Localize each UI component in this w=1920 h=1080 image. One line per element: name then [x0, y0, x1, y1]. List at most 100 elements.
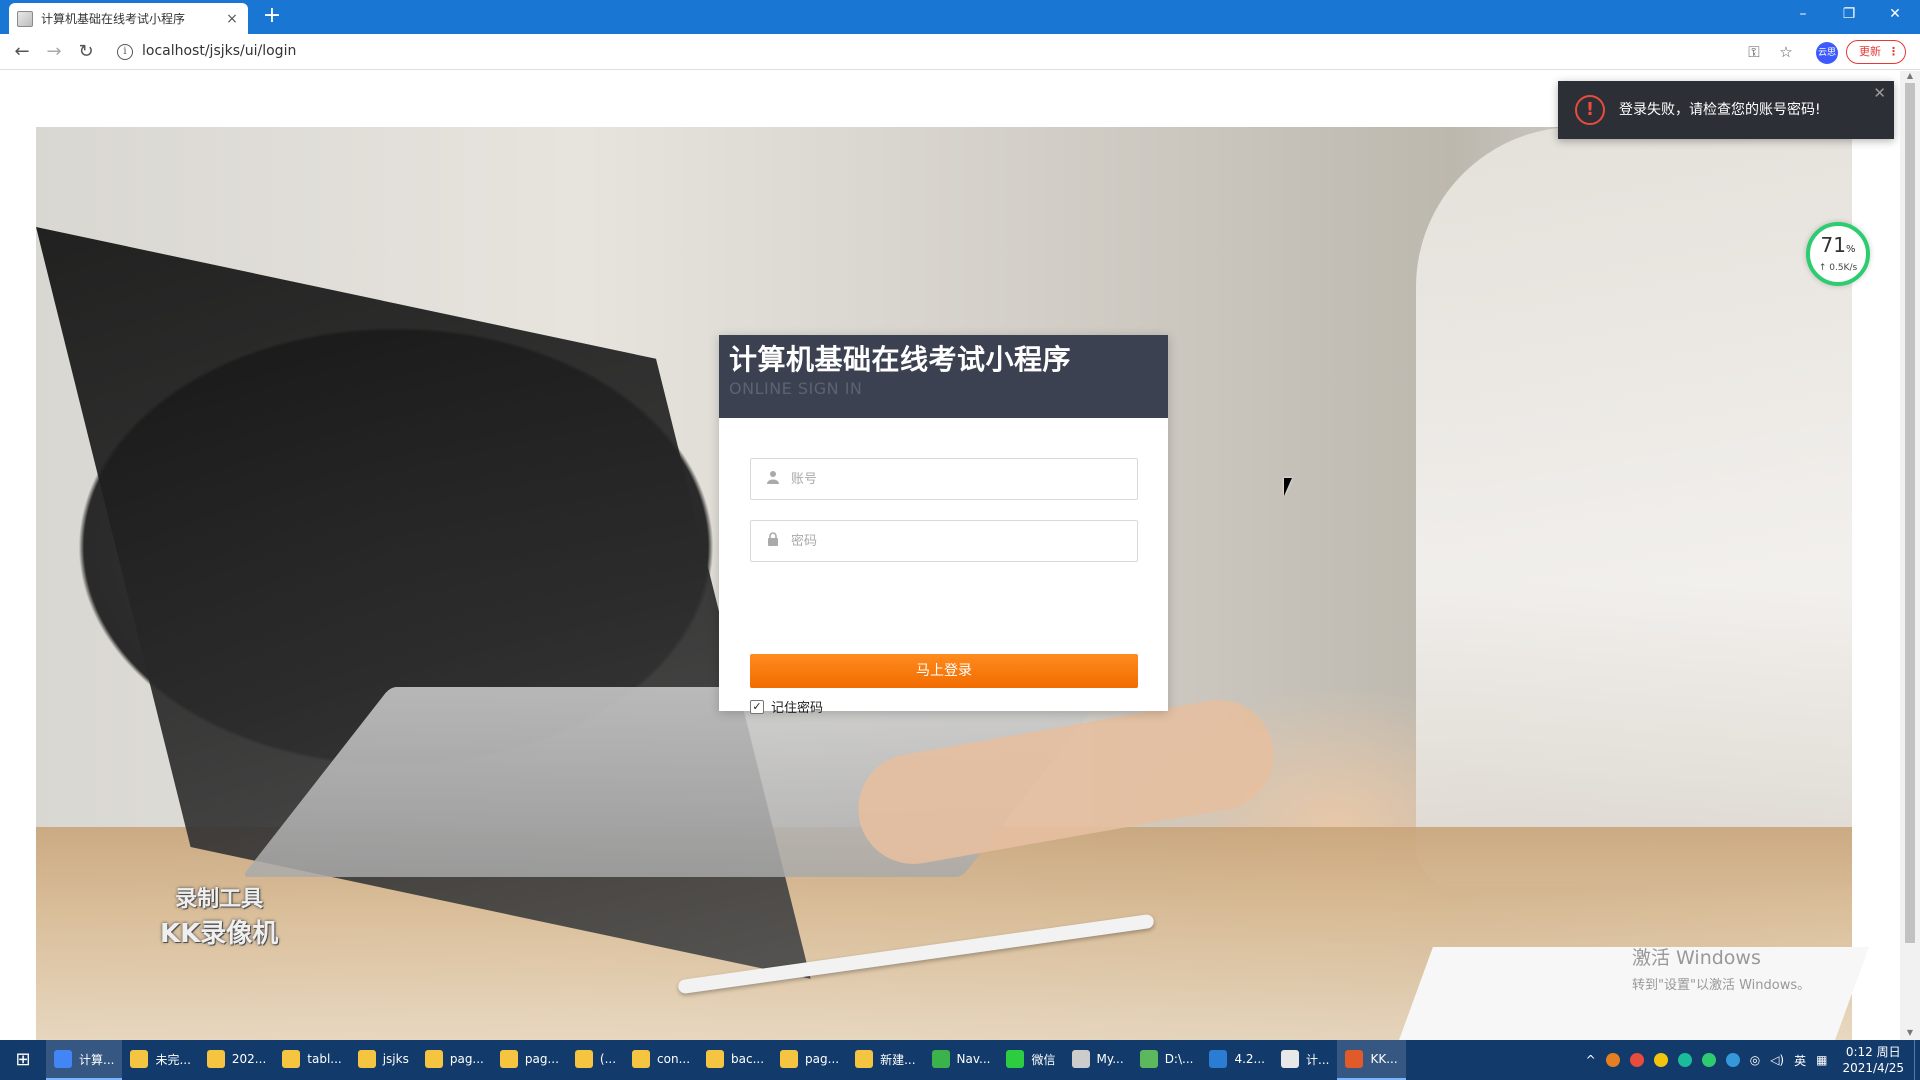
- taskbar-app-icon: [424, 1050, 443, 1068]
- taskbar-app-icon: [1281, 1050, 1299, 1068]
- taskbar-item[interactable]: bac...: [698, 1040, 772, 1080]
- system-clock[interactable]: 0:12 周日 2021/4/25: [1832, 1044, 1914, 1076]
- username-input[interactable]: [791, 459, 1131, 499]
- taskbar-item[interactable]: 4.2...: [1201, 1040, 1273, 1080]
- taskbar-app-icon: [1209, 1050, 1228, 1068]
- background-person: [1416, 127, 1852, 887]
- toast-message: 登录失败，请检查您的账号密码!: [1619, 102, 1821, 118]
- tab-close-icon[interactable]: ×: [224, 11, 240, 27]
- password-input[interactable]: [791, 521, 1131, 561]
- volume-icon[interactable]: ◁): [1765, 1053, 1789, 1067]
- taskbar-item[interactable]: con...: [624, 1040, 698, 1080]
- taskbar-item-label: 计...: [1306, 1052, 1330, 1067]
- mouse-cursor-icon: [1284, 478, 1300, 496]
- taskbar-item-label: 新建...: [880, 1052, 916, 1067]
- taskbar-item[interactable]: pag...: [772, 1040, 847, 1080]
- reload-icon[interactable]: ↻: [74, 40, 98, 64]
- taskbar-app-icon: [1071, 1050, 1090, 1068]
- back-arrow-icon[interactable]: ←: [10, 40, 34, 64]
- password-field[interactable]: [750, 520, 1138, 562]
- scrollbar-thumb[interactable]: [1905, 83, 1915, 943]
- tray-app-icon[interactable]: [1677, 1053, 1692, 1067]
- taskbar-app-icon: [357, 1050, 376, 1068]
- login-button[interactable]: 马上登录: [750, 654, 1138, 688]
- recorder-watermark: 录制工具 KK录像机: [160, 887, 279, 949]
- taskbar-item-label: pag...: [524, 1052, 559, 1066]
- taskbar-item[interactable]: pag...: [417, 1040, 492, 1080]
- login-header: 计算机基础在线考试小程序 ONLINE SIGN IN: [719, 335, 1168, 418]
- site-info-icon[interactable]: i: [117, 44, 133, 60]
- bookmark-star-icon[interactable]: ☆: [1776, 42, 1796, 62]
- network-percent: 71%: [1820, 233, 1856, 257]
- tab-title: 计算机基础在线考试小程序: [41, 12, 186, 26]
- key-icon[interactable]: ⚿: [1744, 42, 1764, 62]
- toast-close-icon[interactable]: ✕: [1873, 84, 1886, 102]
- tray-overflow-icon[interactable]: ^: [1581, 1053, 1601, 1067]
- taskbar-item-label: 未完...: [155, 1052, 191, 1067]
- error-icon: !: [1575, 95, 1605, 125]
- taskbar-item[interactable]: D:\...: [1132, 1040, 1202, 1080]
- browser-toolbar: ← → ↻ i localhost/jsjks/ui/login ⚿ ☆ 云思 …: [0, 34, 1920, 70]
- taskbar-item-label: 计算...: [79, 1052, 115, 1067]
- windows-start-icon[interactable]: ⊞: [0, 1040, 46, 1080]
- tray-app-icon[interactable]: [1629, 1053, 1644, 1067]
- taskbar-item-label: D:\...: [1164, 1052, 1194, 1066]
- network-speed-widget[interactable]: 71% ↑ 0.5K/s: [1806, 222, 1870, 286]
- taskbar-item[interactable]: 微信: [998, 1040, 1063, 1080]
- taskbar-item[interactable]: pag...: [492, 1040, 567, 1080]
- update-button[interactable]: 更新 ⋮: [1846, 40, 1906, 64]
- tray-app-icon[interactable]: [1725, 1053, 1740, 1067]
- remember-label: 记住密码: [771, 701, 824, 716]
- tray-app-icon[interactable]: [1653, 1053, 1668, 1067]
- taskbar-item-label: bac...: [731, 1052, 765, 1066]
- show-desktop-button[interactable]: [1914, 1040, 1920, 1080]
- tray-wechat-icon[interactable]: [1701, 1053, 1716, 1067]
- taskbar-item-label: jsjks: [382, 1052, 409, 1066]
- taskbar-item[interactable]: 计算...: [46, 1040, 123, 1080]
- page-scrollbar[interactable]: ▲ ▼: [1900, 71, 1920, 1040]
- windows-taskbar: ⊞ 计算... 未完... 202... tabl... jsjks pag... pag.…: [0, 1040, 1920, 1080]
- taskbar-app-icon: [1345, 1050, 1364, 1068]
- restore-button[interactable]: ❐: [1826, 0, 1872, 30]
- address-bar[interactable]: localhost/jsjks/ui/login: [142, 43, 296, 59]
- taskbar-item[interactable]: jsjks: [350, 1040, 417, 1080]
- new-tab-button[interactable]: +: [260, 5, 284, 29]
- login-card: 计算机基础在线考试小程序 ONLINE SIGN IN 马上登录 ✓ 记住密码: [719, 335, 1168, 716]
- scroll-down-icon[interactable]: ▼: [1900, 1028, 1920, 1040]
- taskbar-item-label: KK...: [1370, 1052, 1398, 1066]
- taskbar-app-icon: [54, 1050, 72, 1068]
- network-icon[interactable]: ◎: [1745, 1053, 1765, 1067]
- taskbar-app-icon: [780, 1050, 799, 1068]
- taskbar-item[interactable]: (...: [567, 1040, 624, 1080]
- taskbar-item-label: My...: [1096, 1052, 1124, 1066]
- taskbar-item-label: tabl...: [307, 1052, 342, 1066]
- input-language[interactable]: 英: [1789, 1052, 1811, 1069]
- taskbar-item[interactable]: 新建...: [847, 1040, 923, 1080]
- taskbar-app-icon: [706, 1050, 725, 1068]
- tray-app-icon[interactable]: [1605, 1053, 1620, 1067]
- browser-tab[interactable]: 计算机基础在线考试小程序 ×: [9, 3, 248, 34]
- taskbar-item[interactable]: 202...: [199, 1040, 274, 1080]
- remember-checkbox[interactable]: ✓: [750, 699, 764, 714]
- taskbar-item[interactable]: KK...: [1337, 1040, 1406, 1080]
- remember-password[interactable]: ✓ 记住密码: [750, 697, 823, 716]
- taskbar-item-label: 微信: [1031, 1052, 1056, 1067]
- ime-grid-icon[interactable]: ▦: [1811, 1053, 1832, 1067]
- taskbar-item[interactable]: tabl...: [274, 1040, 349, 1080]
- taskbar-item[interactable]: 计...: [1273, 1040, 1337, 1080]
- taskbar-app-icon: [931, 1050, 950, 1068]
- forward-arrow-icon[interactable]: →: [42, 40, 66, 64]
- scroll-up-icon[interactable]: ▲: [1900, 71, 1920, 83]
- page-viewport: 计算机基础在线考试小程序 ONLINE SIGN IN 马上登录 ✓ 记住密码 …: [0, 71, 1920, 1040]
- system-tray: ^ ◎ ◁) 英 ▦ 0:12 周日 2021/4/25: [1581, 1040, 1920, 1080]
- taskbar-item[interactable]: Nav...: [924, 1040, 999, 1080]
- username-field[interactable]: [750, 458, 1138, 500]
- taskbar-item[interactable]: My...: [1064, 1040, 1132, 1080]
- login-subtitle: ONLINE SIGN IN: [729, 379, 863, 398]
- taskbar-item[interactable]: 未完...: [122, 1040, 198, 1080]
- menu-dots-icon[interactable]: ⋮: [1888, 41, 1899, 63]
- profile-avatar[interactable]: 云思: [1816, 42, 1838, 64]
- taskbar-app-icon: [1139, 1050, 1158, 1068]
- minimize-button[interactable]: –: [1780, 0, 1826, 30]
- close-window-button[interactable]: ✕: [1872, 0, 1918, 30]
